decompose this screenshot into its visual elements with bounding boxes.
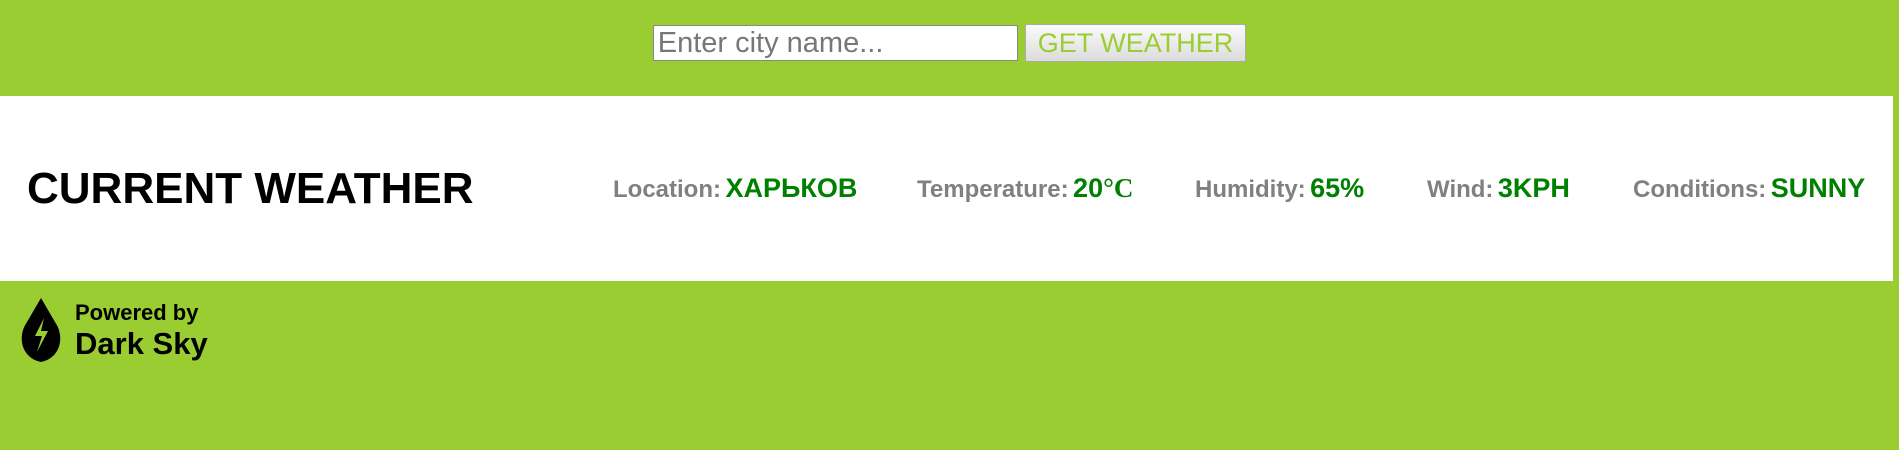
temperature-unit: °C [1103,173,1134,203]
page-title: CURRENT WEATHER [27,164,474,213]
temperature-field: Temperature: 20°C [917,96,1133,285]
wind-value: 3KPH [1497,173,1570,203]
powered-by-dark-sky-link[interactable]: Powered by Dark Sky [17,296,208,364]
wind-label: Wind: [1427,176,1494,203]
dark-sky-logo-icon [21,298,61,362]
humidity-label: Humidity: [1195,176,1306,203]
conditions-value: SUNNY [1770,173,1866,203]
location-label: Location: [613,176,721,203]
search-bar: GET WEATHER [0,24,1899,62]
location-value: ХАРЬКОВ [725,173,858,203]
temperature-label: Temperature: [917,176,1069,203]
location-field: Location: ХАРЬКОВ [613,96,857,285]
city-search-input[interactable] [652,25,1018,61]
humidity-value: 65% [1310,173,1365,203]
temperature-value: 20 [1073,173,1104,203]
conditions-label: Conditions: [1633,176,1767,203]
get-weather-button[interactable]: GET WEATHER [1024,24,1247,62]
conditions-field: Conditions: SUNNY [1633,96,1865,285]
current-weather-panel: CURRENT WEATHER Location: ХАРЬКОВ Temper… [0,96,1893,281]
humidity-field: Humidity: 65% [1195,96,1364,285]
logo-dark-sky: Dark Sky [75,325,208,361]
wind-field: Wind: 3KPH [1427,96,1570,285]
logo-text: Powered by Dark Sky [75,299,208,361]
logo-powered-by: Powered by [75,299,199,325]
